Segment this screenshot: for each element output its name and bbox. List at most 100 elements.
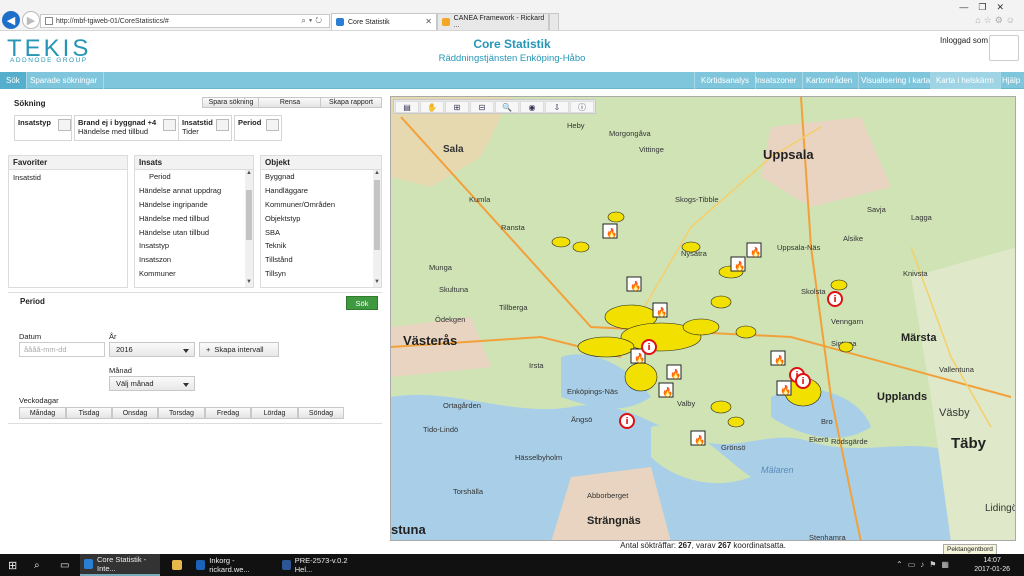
list-item[interactable]: Händelse ingripande xyxy=(135,198,253,212)
criterion-toggle[interactable] xyxy=(266,119,279,131)
list-item[interactable]: Period xyxy=(135,170,253,184)
create-report-button[interactable]: Skapa rapport xyxy=(320,97,382,108)
list-item[interactable]: Teknik xyxy=(261,239,381,253)
day-onsdag[interactable]: Onsdag xyxy=(112,407,158,419)
forward-icon[interactable]: ▶ xyxy=(22,11,40,29)
taskbar-item-word[interactable]: PRE-2573-v.0.2 Hel... xyxy=(278,554,358,576)
criterion-toggle[interactable] xyxy=(163,119,176,131)
day-sondag[interactable]: Söndag xyxy=(298,407,344,419)
ar-value: 2016 xyxy=(116,345,133,354)
criterion-toggle[interactable] xyxy=(58,119,71,131)
manad-value: Välj månad xyxy=(116,379,154,388)
user-menu-button[interactable] xyxy=(989,35,1019,61)
tab-core-statistik[interactable]: Core Statistik ✕ xyxy=(331,13,437,30)
nav-visualisering[interactable]: Visualisering i karta xyxy=(855,72,938,89)
scrollbar-thumb[interactable] xyxy=(374,180,380,250)
clock-date: 2017-01-26 xyxy=(974,566,1010,573)
svg-text:🔥: 🔥 xyxy=(774,354,785,366)
criterion-brand[interactable]: Brand ej i byggnad +4 Händelse med tillb… xyxy=(74,115,180,141)
taskbar-item-ie[interactable]: Core Statistik - Inte... xyxy=(80,554,160,576)
svg-text:i: i xyxy=(625,417,628,427)
scrollbar-thumb[interactable] xyxy=(246,190,252,240)
svg-text:🔥: 🔥 xyxy=(734,260,745,272)
clock-time: 14:07 xyxy=(983,557,1001,564)
criterion-insatstyp[interactable]: Insatstyp xyxy=(14,115,72,141)
taskbar-label: Inkorg - rickard.we... xyxy=(209,556,250,574)
map-view[interactable]: ▤ ✋ ⊞ ⊟ 🔍 ◉ ⇩ ⓘ Uppsala Västerås Uppland… xyxy=(390,96,1016,541)
nav-karta-helskarm[interactable]: Karta i helskärm xyxy=(930,72,1001,89)
day-fredag[interactable]: Fredag xyxy=(205,407,251,419)
clear-button[interactable]: Rensa xyxy=(258,97,322,108)
ar-select[interactable]: 2016 xyxy=(109,342,195,357)
svg-text:🔥: 🔥 xyxy=(780,384,791,396)
system-tray-icons[interactable]: ⌃▭♪⚑▦ xyxy=(896,560,954,569)
browser-toolbar-icons[interactable]: ⌂☆⚙☺ xyxy=(975,15,1018,26)
chevron-up-icon[interactable]: ▲ xyxy=(245,170,253,178)
address-url: http://mbf-tgiweb-01/CoreStatistics/# xyxy=(56,17,169,25)
day-torsdag[interactable]: Torsdag xyxy=(158,407,205,419)
svg-text:i: i xyxy=(833,295,836,305)
day-mandag[interactable]: Måndag xyxy=(19,407,66,419)
main-nav: Sök Sparade sökningar Körtidsanalys Insa… xyxy=(0,72,1024,89)
nav-kortidsanalys[interactable]: Körtidsanalys xyxy=(694,72,757,89)
tab-label: Core Statistik xyxy=(348,18,390,26)
nav-sok[interactable]: Sök xyxy=(0,72,27,89)
new-tab-button[interactable] xyxy=(549,13,559,30)
taskbar-clock[interactable]: 14:07 2017-01-26 xyxy=(974,556,1010,574)
criterion-insatstid[interactable]: Insatstid Tider xyxy=(178,115,232,141)
tab-canea[interactable]: CANEA Framework - Rickard ... xyxy=(437,13,549,30)
svg-text:🔥: 🔥 xyxy=(630,280,641,292)
svg-text:🔥: 🔥 xyxy=(634,352,645,364)
list-item[interactable]: Tillstånd xyxy=(261,253,381,267)
list-item[interactable]: Kommuner xyxy=(135,267,253,281)
nav-insatszoner[interactable]: Insatszoner xyxy=(749,72,804,89)
list-item[interactable]: Tillsyn xyxy=(261,267,381,281)
list-item[interactable]: Handläggare xyxy=(261,184,381,198)
list-item[interactable]: Objektstyp xyxy=(261,211,381,225)
criterion-toggle[interactable] xyxy=(216,119,229,131)
plus-icon: + xyxy=(206,345,211,354)
nav-hjalp[interactable]: Hjälp xyxy=(996,72,1024,89)
marker-cluster-icon xyxy=(577,336,635,358)
list-item[interactable]: Insatszon xyxy=(135,253,253,267)
criterion-period[interactable]: Period xyxy=(234,115,282,141)
taskbar-item-outlook[interactable]: Inkorg - rickard.we... xyxy=(192,554,272,576)
nav-kartomraden[interactable]: Kartområden xyxy=(800,72,860,89)
windows-start-icon[interactable]: ⊞ xyxy=(4,554,17,576)
search-button[interactable]: Sök xyxy=(346,296,378,310)
objekt-title: Objekt xyxy=(261,156,381,170)
search-icon[interactable]: ⌕ xyxy=(30,554,40,576)
marker-cluster-icon xyxy=(838,341,854,353)
svg-text:i: i xyxy=(795,371,798,381)
search-refresh-icon[interactable]: ⌕▾↻ xyxy=(301,16,325,26)
window-controls[interactable]: —❐✕ xyxy=(959,2,1014,13)
list-item[interactable]: Händelse utan tillbud xyxy=(135,225,253,239)
skapa-intervall-button[interactable]: + Skapa intervall xyxy=(199,342,279,357)
manad-label: Månad xyxy=(109,366,132,375)
chevron-down-icon[interactable]: ▼ xyxy=(373,279,381,287)
insats-scrollbar[interactable]: ▲ ▼ xyxy=(245,170,253,287)
manad-select[interactable]: Välj månad xyxy=(109,376,195,391)
list-item[interactable]: SBA xyxy=(261,225,381,239)
objekt-scrollbar[interactable]: ▲ ▼ xyxy=(373,170,381,287)
save-search-button[interactable]: Spara sökning xyxy=(202,97,260,108)
day-lordag[interactable]: Lördag xyxy=(251,407,298,419)
datum-input[interactable]: åååå-mm-dd xyxy=(19,342,105,357)
ie-tab-icon xyxy=(336,18,344,26)
list-item[interactable]: Händelse med tillbud xyxy=(135,211,253,225)
chevron-up-icon[interactable]: ▲ xyxy=(373,170,381,178)
list-item[interactable]: Insatstyp xyxy=(135,239,253,253)
task-view-icon[interactable]: ▭ xyxy=(56,554,69,576)
back-icon[interactable]: ◀ xyxy=(2,11,20,29)
canea-tab-icon xyxy=(442,18,450,26)
chevron-down-icon[interactable]: ▼ xyxy=(245,279,253,287)
day-tisdag[interactable]: Tisdag xyxy=(66,407,112,419)
taskbar-explorer[interactable] xyxy=(168,554,186,576)
close-icon[interactable]: ✕ xyxy=(425,17,432,26)
list-item[interactable]: Kommuner/Områden xyxy=(261,198,381,212)
list-item[interactable]: Byggnad xyxy=(261,170,381,184)
list-item[interactable]: Insatstid xyxy=(9,171,127,185)
address-bar[interactable]: http://mbf-tgiweb-01/CoreStatistics/# ⌕▾… xyxy=(40,14,330,28)
list-item[interactable]: Händelse annat uppdrag xyxy=(135,184,253,198)
nav-sparade-sokningar[interactable]: Sparade sökningar xyxy=(24,72,105,89)
